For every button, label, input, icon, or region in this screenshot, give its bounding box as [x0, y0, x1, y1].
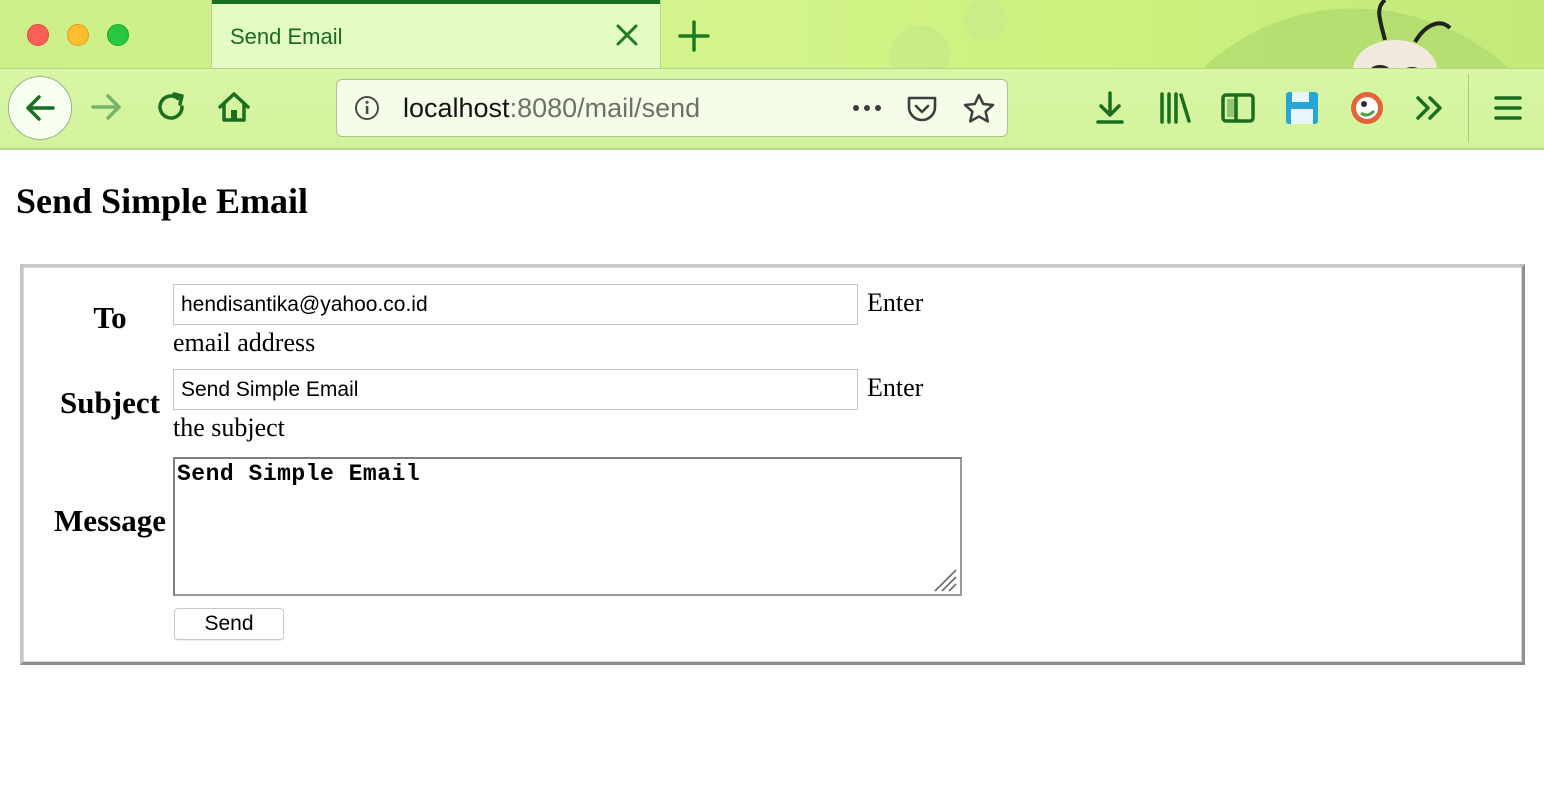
downloads-icon[interactable]: [1090, 88, 1130, 128]
home-icon: [218, 92, 250, 122]
to-email-input[interactable]: [173, 284, 858, 325]
send-button[interactable]: Send: [174, 608, 284, 640]
email-form: To Enter email address Subject Enter the…: [20, 264, 1525, 665]
subject-input[interactable]: [173, 369, 858, 410]
window-minimize-button[interactable]: [67, 24, 89, 46]
sidebar-icon[interactable]: [1218, 88, 1258, 128]
active-tab-indicator: [212, 0, 660, 4]
save-icon[interactable]: [1282, 88, 1322, 128]
overflow-chevrons-icon[interactable]: [1410, 88, 1450, 128]
close-tab-icon[interactable]: [610, 18, 644, 52]
tab-title: Send Email: [230, 24, 343, 49]
window-close-button[interactable]: [27, 24, 49, 46]
message-label: Message: [54, 503, 166, 538]
home-button[interactable]: [213, 86, 255, 128]
forward-arrow-icon: [91, 94, 121, 120]
subject-hint-line1: Enter: [867, 373, 924, 402]
pocket-icon[interactable]: [905, 92, 939, 126]
subject-hint-line2: the subject: [173, 413, 285, 442]
site-info-icon[interactable]: [353, 94, 381, 122]
window-zoom-button[interactable]: [107, 24, 129, 46]
to-label: To: [93, 300, 127, 335]
url-text[interactable]: localhost:8080/mail/send: [403, 93, 700, 124]
forward-button[interactable]: [86, 86, 128, 128]
duckduckgo-icon[interactable]: [1347, 88, 1387, 128]
reload-button[interactable]: [150, 86, 192, 128]
message-textarea[interactable]: Send Simple Email: [173, 457, 962, 596]
page-actions-icon[interactable]: [849, 94, 885, 122]
address-bar[interactable]: localhost:8080/mail/send: [336, 79, 1008, 137]
reload-icon: [158, 92, 184, 120]
resize-grip-icon[interactable]: [929, 564, 959, 594]
page-title: Send Simple Email: [16, 181, 309, 221]
back-button[interactable]: [8, 76, 72, 140]
toolbar-bottom-border: [0, 148, 1544, 150]
hamburger-menu-icon[interactable]: [1488, 88, 1528, 128]
url-host: localhost: [403, 93, 510, 123]
to-hint-line2: email address: [173, 328, 316, 357]
url-path: :8080/mail/send: [509, 93, 701, 123]
browser-chrome: Send Email localhost:8080/mail/send: [0, 0, 1544, 150]
subject-label: Subject: [60, 385, 160, 420]
to-hint-line1: Enter: [867, 288, 924, 317]
toolbar-divider: [1468, 74, 1469, 142]
library-icon[interactable]: [1156, 88, 1196, 128]
new-tab-icon[interactable]: [672, 14, 716, 58]
tab-send-email[interactable]: Send Email: [211, 0, 661, 68]
bookmark-star-icon[interactable]: [961, 91, 997, 127]
form-table: To Enter email address Subject Enter the…: [23, 267, 1522, 662]
tab-strip: Send Email: [0, 0, 1544, 68]
back-arrow-icon: [26, 95, 55, 121]
